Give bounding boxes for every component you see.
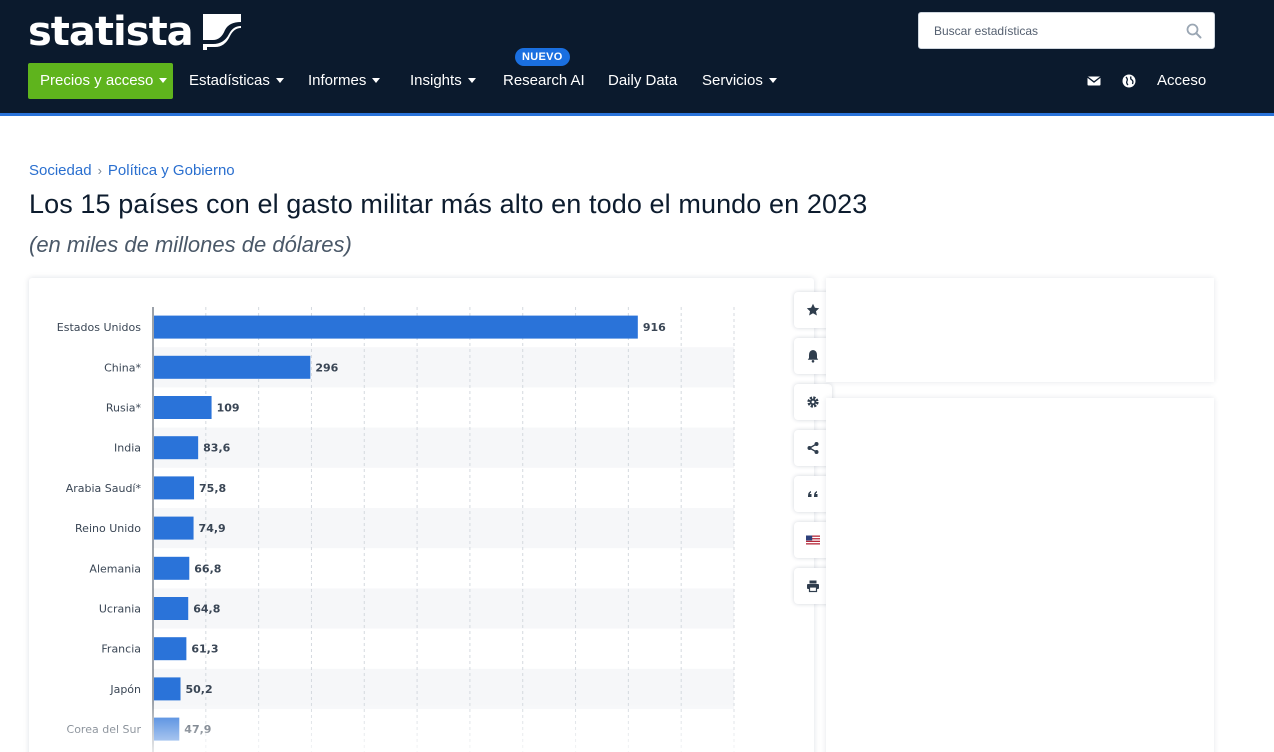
nav-statistics[interactable]: Estadísticas [189,63,284,99]
value-label: 61,3 [191,643,218,656]
value-label: 64,8 [193,603,220,616]
new-badge: NUEVO [515,48,570,66]
bar[interactable] [154,436,199,460]
value-label: 66,8 [194,562,221,575]
value-label: 75,8 [199,482,226,495]
bar[interactable] [154,637,187,661]
globe-icon[interactable] [1121,73,1137,89]
bar[interactable] [154,476,195,500]
gear-icon [807,396,819,408]
nav-pricing[interactable]: Precios y acceso [28,63,173,99]
category-label: Reino Unido [75,522,141,535]
breadcrumb: Sociedad › Política y Gobierno [29,162,235,179]
page-subtitle: (en miles de millones de dólares) [29,232,352,257]
nav-reports-label: Informes [308,72,367,89]
bar[interactable] [154,516,194,540]
row-band [153,508,734,549]
nav-insights-label: Insights [410,72,462,89]
value-label: 296 [315,361,338,374]
value-label: 74,9 [199,522,226,535]
category-label: Alemania [89,562,141,575]
nav-research-ai-label: Research AI [503,72,585,89]
value-label: 50,2 [186,683,213,696]
search-box[interactable] [918,12,1215,49]
logo-mark-icon [202,14,241,50]
chevron-down-icon [768,77,777,83]
category-label: Rusia* [106,402,142,415]
nav-login[interactable]: Acceso [1157,63,1206,99]
side-panel-bottom [826,398,1214,752]
search-icon[interactable] [1186,23,1202,39]
us-flag-icon [806,535,820,545]
nav-insights[interactable]: Insights [410,63,476,99]
category-label: China* [104,361,141,374]
value-label: 916 [643,321,666,334]
statista-logo[interactable]: statista [28,10,241,54]
chart-card: Estados Unidos 916 China* 296 Rusia* 109 India… [29,278,832,752]
nav-statistics-label: Estadísticas [189,72,270,89]
value-label: 47,9 [184,723,211,736]
nav-reports[interactable]: Informes [308,63,381,99]
breadcrumb-link-society[interactable]: Sociedad [29,162,92,179]
row-band [153,668,734,709]
nav-services-label: Servicios [702,72,763,89]
nav-daily-data[interactable]: Daily Data [608,63,677,99]
category-label: Corea del Sur [67,723,142,736]
bar[interactable] [154,396,212,419]
chevron-down-icon [275,77,284,83]
bar[interactable] [154,597,189,620]
share-icon [807,442,819,454]
category-label: Francia [101,643,141,656]
chevron-down-icon [372,77,381,83]
value-label: 83,6 [203,442,230,455]
breadcrumb-link-politics[interactable]: Política y Gobierno [108,162,235,179]
mail-icon[interactable] [1086,73,1102,89]
bar[interactable] [154,556,190,580]
bar[interactable] [154,677,181,701]
star-icon [806,303,820,316]
quote-icon [808,491,818,497]
category-label: Japón [109,683,141,696]
value-label: 109 [217,402,240,415]
chevron-down-icon [159,77,168,83]
category-label: Arabia Saudí* [66,482,142,495]
search-input[interactable] [919,13,1169,48]
nav-research-ai[interactable]: Research AI [503,63,585,99]
site-header: statista Precios y acceso Estadísticas I… [0,0,1274,116]
category-label: India [114,442,141,455]
side-panel-top [826,278,1214,382]
bar-chart: Estados Unidos 916 China* 296 Rusia* 109 India… [57,307,735,752]
bar[interactable] [154,315,638,339]
chevron-down-icon [467,77,476,83]
nav-login-label: Acceso [1157,72,1207,89]
logo-text: statista [28,9,194,55]
bell-icon [807,350,819,363]
row-band [153,427,734,468]
page-title: Los 15 países con el gasto militar más a… [29,189,868,219]
print-icon [807,580,819,593]
row-band [153,588,734,629]
bar[interactable] [154,355,311,379]
nav-daily-data-label: Daily Data [608,72,678,89]
category-label: Ucrania [99,603,141,616]
bar[interactable] [154,717,180,741]
nav-services[interactable]: Servicios [702,63,777,99]
category-label: Estados Unidos [57,321,141,334]
breadcrumb-separator: › [97,163,102,178]
main-nav: Precios y acceso Estadísticas Informes I… [0,63,1274,99]
nav-pricing-label: Precios y acceso [40,72,154,89]
